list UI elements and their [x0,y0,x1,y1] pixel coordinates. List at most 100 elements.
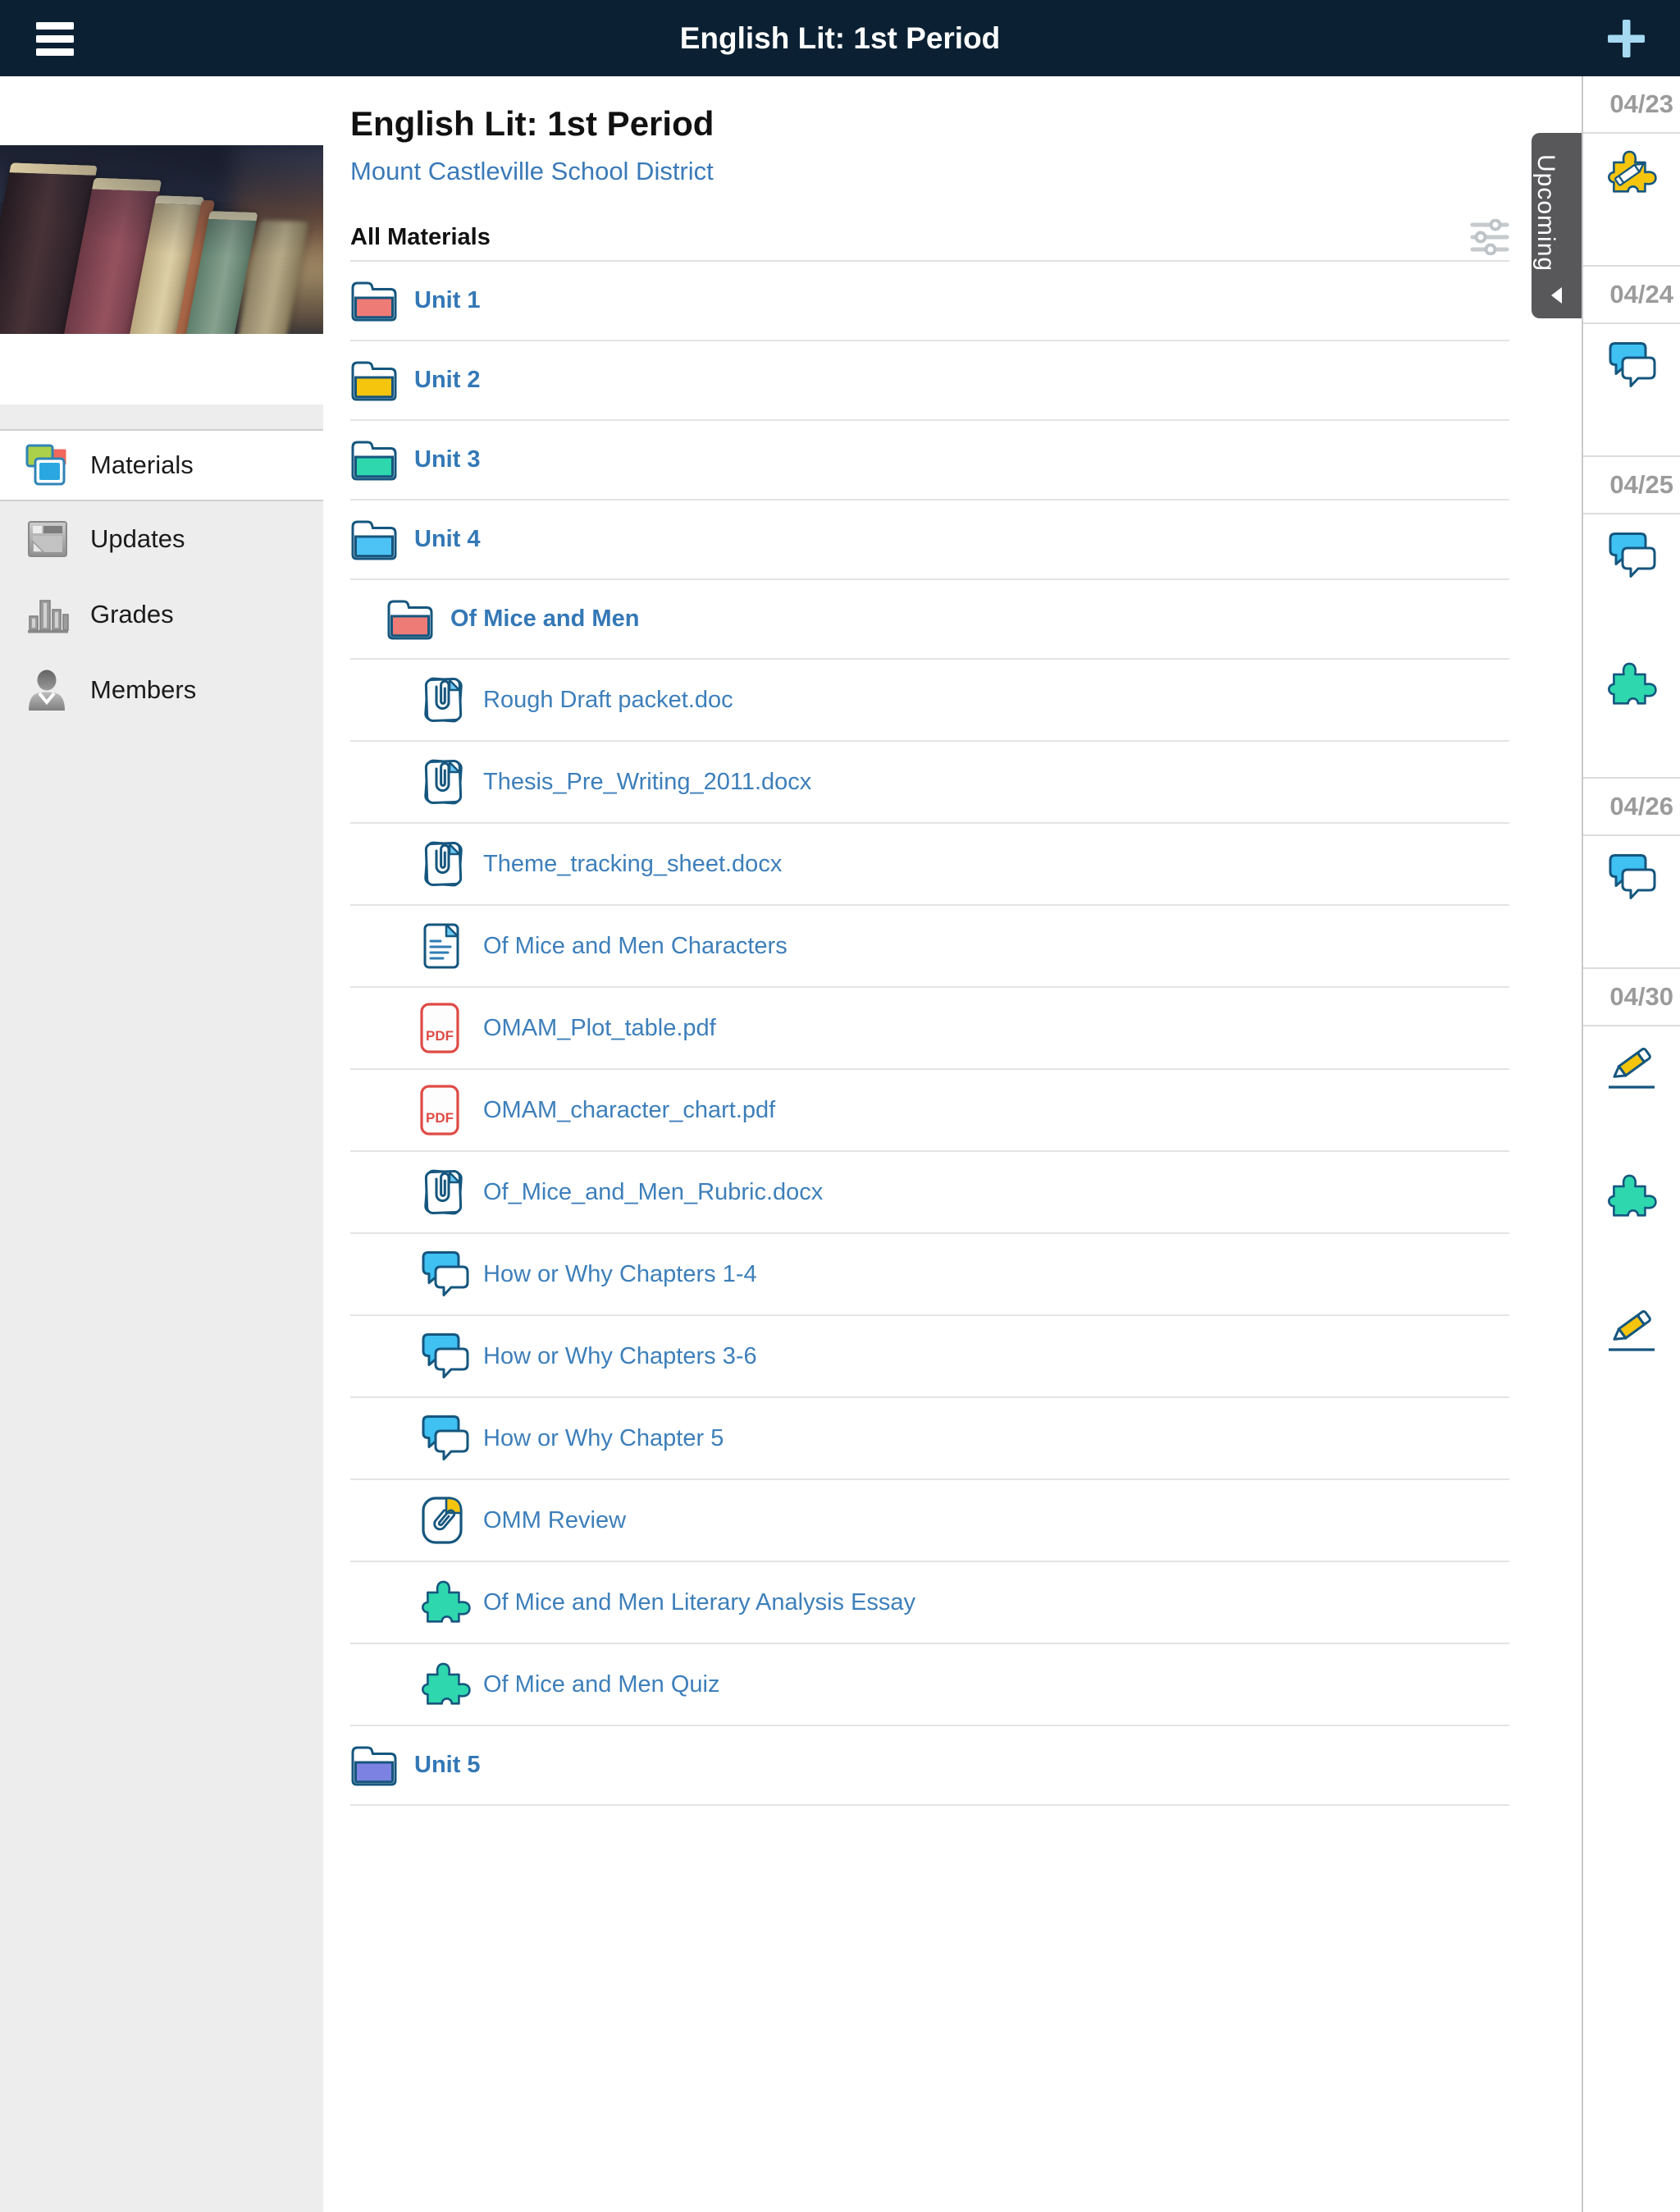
materials-item-row[interactable]: PDF OMAM_Plot_table.pdf [350,988,1509,1070]
sidebar-item-grades[interactable]: Grades [0,577,323,652]
materials-item-row[interactable]: How or Why Chapters 1-4 [350,1234,1509,1316]
discussion-bubbles-icon [1606,531,1657,584]
assessment-puzzle-icon [419,1662,472,1707]
sidebar-menu: Materials Updates [0,429,323,728]
upcoming-date-section: 04/23 [1583,76,1680,265]
course-sidebar: Materials Updates [0,76,323,2212]
sidebar-item-label: Materials [90,450,194,480]
document-paperclip-icon [419,1167,472,1218]
materials-item-row[interactable]: Thesis_Pre_Writing_2011.docx [350,742,1509,824]
materials-list: Unit 1 Unit 2 Unit 3 Unit 4 Of Mice and … [350,262,1509,1806]
materials-item-row[interactable]: How or Why Chapters 3-6 [350,1316,1509,1398]
materials-folder-row[interactable]: Unit 4 [350,500,1509,580]
materials-folder-row[interactable]: Unit 5 [350,1726,1509,1806]
upcoming-event[interactable] [1583,646,1680,777]
materials-item-row[interactable]: Of Mice and Men Characters [350,906,1509,988]
materials-item-row[interactable]: Of_Mice_and_Men_Rubric.docx [350,1152,1509,1234]
discussion-bubbles-icon [419,1414,472,1463]
materials-item-label: How or Why Chapters 3-6 [483,1343,757,1370]
materials-item-row[interactable]: PDFOMAM_character_chart.pdf [350,1070,1509,1152]
materials-item-label: How or Why Chapters 1-4 [483,1261,757,1288]
upcoming-date-section: 04/25 [1583,455,1680,777]
sidebar-item-label: Updates [90,524,185,554]
course-thumbnail-books-photo [0,145,323,334]
text-page-icon [419,921,472,971]
materials-folder-row[interactable]: Unit 1 [350,262,1509,341]
assessment-puzzle-icon [1605,662,1658,711]
assignment-paperclip-icon [419,1495,472,1546]
upcoming-event[interactable] [1583,514,1680,646]
materials-item-label: Unit 5 [414,1752,481,1779]
sidebar-item-label: Members [90,675,196,705]
upcoming-date-section: 04/30 [1583,967,1680,1420]
folder-icon [386,598,439,641]
discussion-bubbles-icon [1606,340,1657,394]
materials-item-label: Thesis_Pre_Writing_2011.docx [483,769,811,796]
all-materials-header: All Materials [350,219,1509,262]
upcoming-event[interactable] [1583,134,1680,265]
upcoming-date-label: 04/24 [1583,267,1680,324]
sidebar-item-updates[interactable]: Updates [0,501,323,577]
upcoming-event[interactable] [1583,1289,1680,1420]
materials-item-label: Unit 4 [414,526,481,553]
materials-item-row[interactable]: OMM Review [350,1480,1509,1562]
sidebar-item-materials[interactable]: Materials [0,429,323,501]
discussion-bubbles-icon [419,1250,472,1299]
document-paperclip-icon [419,839,472,889]
materials-item-row[interactable]: Of Mice and Men Literary Analysis Essay [350,1562,1509,1644]
discussion-bubbles-icon [1606,852,1657,906]
plus-icon[interactable] [1608,20,1645,57]
course-title: English Lit: 1st Period [350,104,1509,144]
members-icon [25,669,71,711]
materials-item-label: Theme_tracking_sheet.docx [483,851,782,878]
top-navigation-bar: English Lit: 1st Period [0,0,1680,76]
upcoming-date-label: 04/23 [1583,76,1680,134]
materials-item-label: Unit 2 [414,367,481,394]
upcoming-tab-label: Upcoming [1532,148,1582,279]
district-link[interactable]: Mount Castleville School District [350,157,1509,186]
upcoming-event[interactable] [1583,836,1680,967]
materials-item-label: How or Why Chapter 5 [483,1425,724,1452]
materials-item-label: Of_Mice_and_Men_Rubric.docx [483,1179,823,1206]
sidebar-item-members[interactable]: Members [0,652,323,728]
updates-icon [25,519,71,560]
upcoming-date-section: 04/24 [1583,265,1680,455]
materials-item-row[interactable]: Theme_tracking_sheet.docx [350,824,1509,906]
materials-icon [25,443,71,487]
materials-item-label: Rough Draft packet.doc [483,687,733,714]
materials-item-row[interactable]: Of Mice and Men Quiz [350,1644,1509,1726]
filter-sliders-icon[interactable] [1470,219,1509,255]
materials-item-row[interactable]: How or Why Chapter 5 [350,1398,1509,1480]
test-pencil-icon [1606,1305,1657,1357]
sidebar-item-label: Grades [90,600,174,629]
upcoming-event[interactable] [1583,324,1680,455]
folder-icon [350,439,403,482]
materials-item-label: Of Mice and Men Quiz [483,1671,720,1698]
upcoming-date-section: 04/26 [1583,777,1680,967]
upcoming-date-label: 04/30 [1583,969,1680,1026]
upcoming-event[interactable] [1583,1026,1680,1158]
assessment-puzzle-icon [419,1580,472,1625]
materials-item-label: Unit 1 [414,287,481,314]
app-title: English Lit: 1st Period [0,0,1680,76]
upcoming-rail: 04/23 04/24 04/25 04/26 04/30 [1582,76,1680,2212]
folder-icon [350,359,403,402]
materials-folder-row[interactable]: Of Mice and Men [350,580,1509,660]
pdf-file-icon: PDF [419,1002,472,1054]
materials-folder-row[interactable]: Unit 2 [350,341,1509,421]
document-paperclip-icon [419,756,472,807]
svg-text:PDF: PDF [426,1110,454,1126]
upcoming-date-label: 04/26 [1583,779,1680,836]
folder-icon [350,280,403,322]
materials-folder-row[interactable]: Unit 3 [350,421,1509,500]
materials-item-row[interactable]: Rough Draft packet.doc [350,660,1509,742]
materials-item-label: Of Mice and Men [450,606,639,633]
upcoming-tab[interactable]: Upcoming [1532,133,1582,318]
materials-item-label: OMAM_Plot_table.pdf [483,1015,716,1042]
folder-icon [350,1744,403,1787]
quiz-puzzle-pencil-icon [1605,150,1658,199]
course-materials-panel: English Lit: 1st Period Mount Castlevill… [323,76,1582,2212]
discussion-bubbles-icon [419,1332,472,1381]
materials-item-label: OMM Review [483,1507,626,1534]
upcoming-event[interactable] [1583,1158,1680,1289]
